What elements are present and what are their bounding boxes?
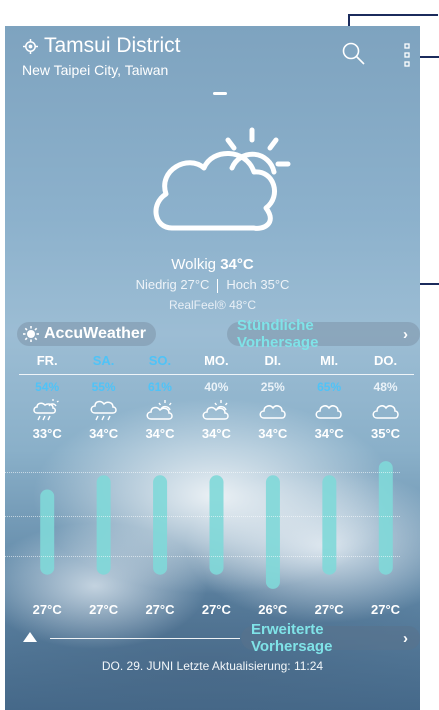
chevron-right-icon: › [403,629,408,647]
rain-probability: 65% [317,380,342,394]
divider [19,374,414,375]
rain-probability: 61% [147,380,172,394]
forecast-day-label: MI. [320,353,339,368]
annotation-line [348,14,438,16]
forecast-day-label: SO. [148,353,172,368]
collapse-arrow-icon[interactable] [23,632,37,642]
forecast-days-row: FR. SA. SO. MO. DI. MI. DO. [19,353,414,368]
forecast-low-temp: 27°C [145,602,175,617]
extended-forecast-label: Erweiterte Vorhersage [251,621,333,655]
provider-name: AccuWeather [44,325,146,342]
temperature-range-bar [378,461,393,575]
low-temp: Niedrig 27°C [135,277,210,292]
temperature-range-bar [40,489,55,575]
forecast-day-label: DI. [264,353,282,368]
cloud-icon [301,398,357,422]
forecast-high-temp: 34°C [201,426,231,441]
forecast-day-label: FR. [36,353,58,368]
forecast-high-temp: 34°C [258,426,288,441]
location-pin-icon [23,38,38,54]
grid-line [5,556,400,557]
forecast-day-label: MO. [204,353,229,368]
sun-icon [23,326,39,342]
current-temp: 34°C [220,256,254,273]
forecast-low-temp: 27°C [371,602,401,617]
search-icon[interactable] [340,40,368,68]
forecast-low-temp: 27°C [314,602,344,617]
forecast-high-temp: 34°C [89,426,119,441]
forecast-day-label: DO. [373,353,398,368]
forecast-high-temp: 33°C [32,426,62,441]
high-temp: Hoch 35°C [226,277,290,292]
cloud-icon [357,398,413,422]
rain-probability: 25% [260,380,285,394]
location-header[interactable]: Tamsui District [23,34,181,58]
condition-text: Wolkig [171,256,217,273]
forecast-low-temp: 26°C [258,602,288,617]
high-temp-row: 33°C 34°C 34°C 34°C 34°C 34°C 35°C [19,426,414,441]
partly-cloudy-icon [153,127,291,231]
realfeel-text: RealFeel® 48°C [168,298,256,312]
separator [217,278,219,293]
rain-probability: 54% [35,380,60,394]
chevron-right-icon: › [403,325,408,343]
cloud-icon [245,398,301,422]
forecast-high-temp: 34°C [314,426,344,441]
extended-forecast-button[interactable]: Erweiterte Vorhersage › [241,621,420,655]
forecast-high-temp: 35°C [371,426,401,441]
forecast-day-label: SA. [92,353,115,368]
partly-cloudy-icon [132,398,188,422]
rain-probability: 40% [204,380,229,394]
current-condition-line: Wolkig 34°C [5,256,420,273]
forecast-icon-row [19,398,414,422]
location-region: New Taipei City, Taiwan [22,62,169,78]
grid-line [5,516,400,517]
forecast-high-temp: 34°C [145,426,175,441]
last-update-text: DO. 29. JUNI Letzte Aktualisierung: 11:2… [101,659,324,673]
rain-probability: 48% [373,380,398,394]
forecast-low-temp: 27°C [201,602,231,617]
temperature-range-bar [153,475,168,575]
temperature-range-bar [209,475,224,575]
accuweather-logo[interactable]: AccuWeather [17,322,156,346]
low-temp-row: 27°C 27°C 27°C 27°C 26°C 27°C 27°C [19,602,414,617]
temperature-range-chart [40,461,393,589]
temperature-range-bar [265,475,280,589]
rain-probability-row: 54% 55% 61% 40% 25% 65% 48% [19,380,414,394]
hourly-forecast-button[interactable]: Stündliche Vorhersage › [227,317,420,351]
partly-cloudy-icon [188,398,244,422]
thunder-rain-icon [19,398,75,422]
weather-screen: Tamsui District New Taipei City, Taiwan … [5,26,420,710]
forecast-low-temp: 27°C [89,602,119,617]
grid-line [5,472,400,473]
more-options-icon[interactable] [400,41,416,71]
temperature-range-bar [322,475,337,575]
location-name: Tamsui District [44,34,181,57]
rain-icon [75,398,131,422]
rain-probability: 55% [91,380,116,394]
forecast-low-temp: 27°C [32,602,62,617]
temperature-range-bar [96,475,111,575]
hourly-forecast-label: Stündliche Vorhersage [237,317,319,351]
page-indicator [213,92,227,95]
min-max-line: Niedrig 27°C Hoch 35°C [5,277,420,293]
divider [50,638,240,639]
